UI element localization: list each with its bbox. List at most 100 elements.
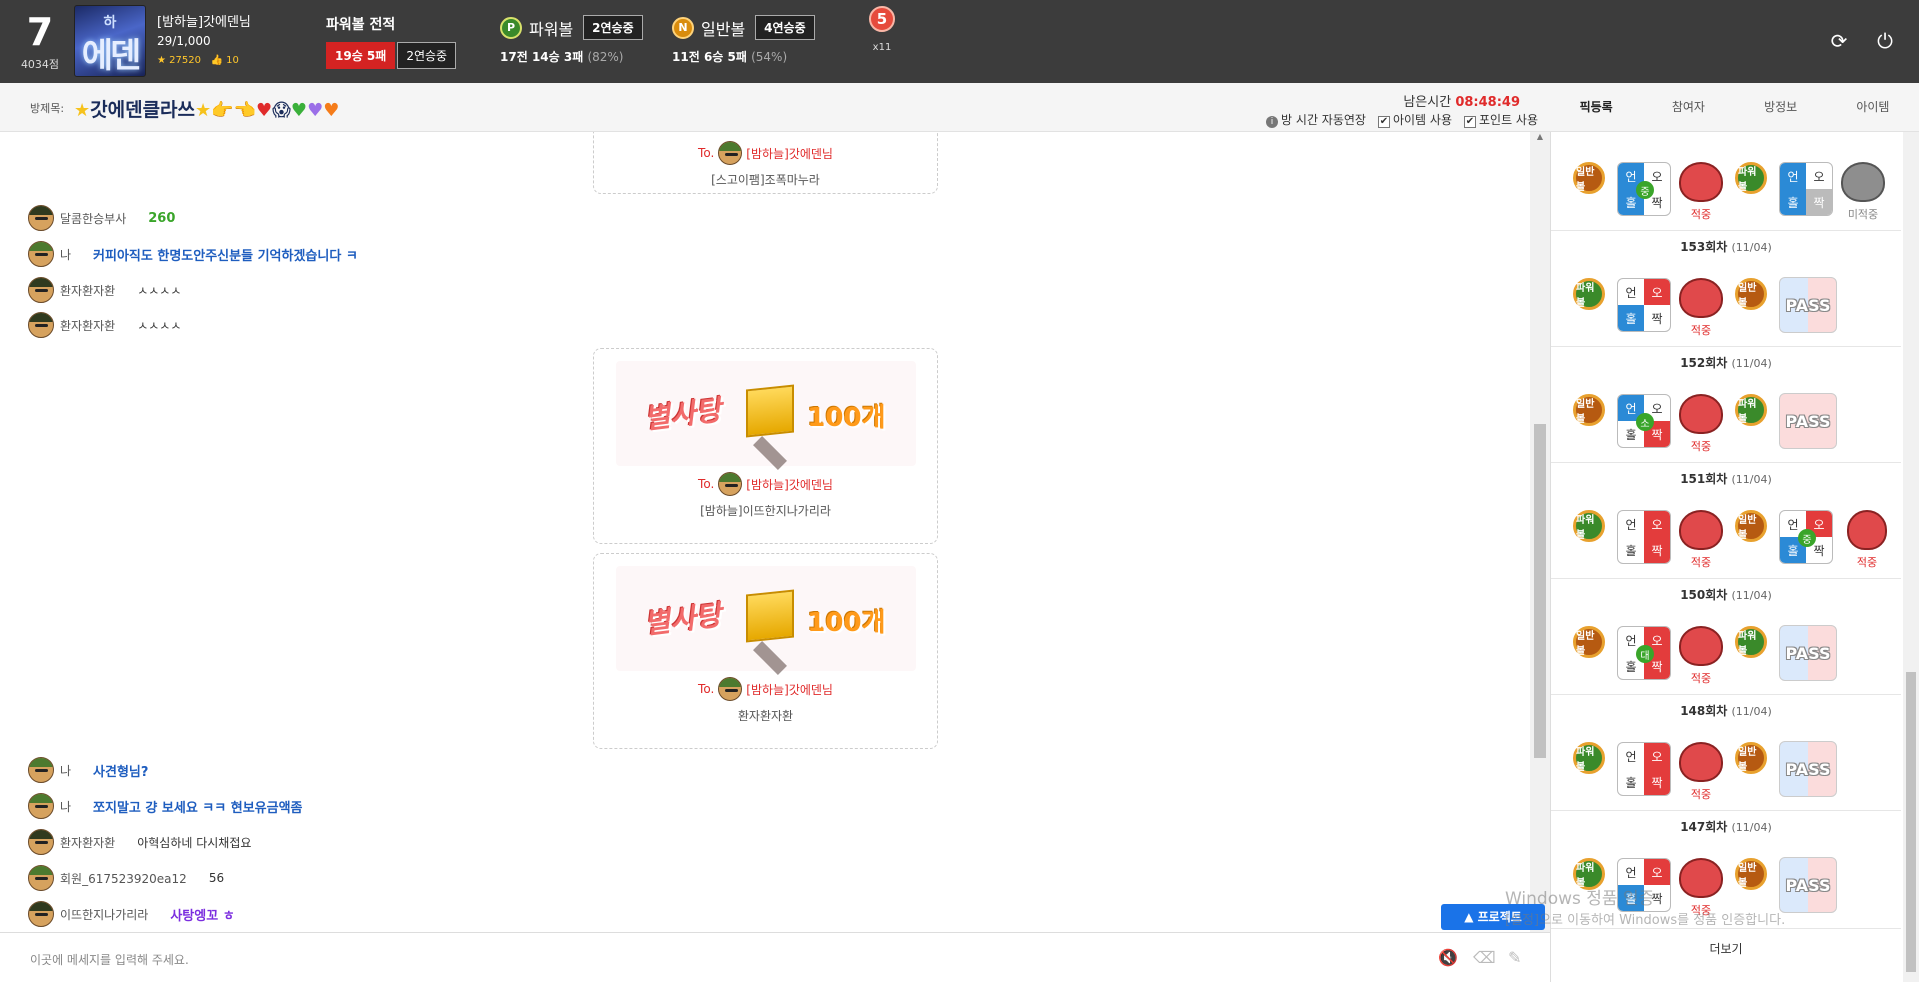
chat-username[interactable]: 환자환자환 (60, 834, 115, 851)
medal-icon: 5 (869, 6, 895, 32)
powerball-pct: (82%) (587, 50, 624, 64)
avatar (718, 472, 743, 496)
grid-cell: 짝 (1651, 311, 1663, 326)
divider (1551, 230, 1901, 231)
tab-participants[interactable]: 참여자 (1642, 83, 1734, 131)
room-title-text: 갓에덴클라쓰 (90, 99, 196, 121)
chat-message: 나 사견형님? (28, 756, 148, 784)
record-streak: 2연승중 (397, 42, 457, 69)
powerball-icon: P (500, 16, 522, 39)
tab-items[interactable]: 아이템 (1827, 83, 1919, 131)
pick-grid: 언오 홀짝 (1617, 742, 1671, 796)
pointing-hand-icon: 👈 (233, 100, 257, 121)
more-button[interactable]: 더보기 (1551, 940, 1901, 957)
checkbox-icon: ✔ (1377, 116, 1390, 128)
miss-label: 미적중 (1847, 208, 1879, 221)
room-title: ★갓에덴클라쓰★👉👈♥😱♥♥♥ (74, 95, 339, 122)
tab-pick-register[interactable]: 픽등록 (1550, 83, 1642, 131)
powerball-losses: 3패 (563, 50, 584, 64)
normalball-pick-icon: 일반볼 (1573, 162, 1605, 194)
powerball-pick-icon: 파워볼 (1573, 858, 1605, 890)
scroll-thumb[interactable] (1906, 672, 1916, 972)
level-box: 7 4034점 (14, 8, 66, 72)
chat-text: 260 (148, 210, 176, 226)
powerball-pick-icon: 파워볼 (1573, 510, 1605, 542)
normalball-pct: (54%) (751, 50, 788, 64)
normalball-pick-icon: 일반볼 (1735, 858, 1767, 890)
chat-username[interactable]: 나 (60, 798, 71, 815)
divider (1551, 346, 1901, 347)
gift-sender: [밤하늘]이뜨한지나가리라 (700, 504, 831, 518)
chat-text: 아혁심하네 다시채접요 (137, 835, 252, 850)
chat-username[interactable]: 나 (60, 762, 71, 779)
grid-cell: 홀 (1780, 189, 1806, 215)
avatar (28, 312, 54, 338)
round-title: 147회차 (11/04) (1680, 820, 1772, 834)
grid-cell: 언 (1625, 865, 1637, 880)
pass-badge: PASS (1779, 741, 1837, 797)
gift-box-icon (745, 589, 794, 643)
chat-username[interactable]: 나 (60, 246, 71, 263)
hit-label: 적중 (1690, 208, 1712, 221)
normalball-pick-icon: 일반볼 (1573, 394, 1605, 426)
point-use-checkbox[interactable]: ✔ 포인트 사용 (1463, 111, 1538, 128)
powerball-pick-icon: 파워볼 (1573, 742, 1605, 774)
item-use-label: 아이템 사용 (1392, 113, 1452, 127)
gift-banner: 별사탕 100개 (615, 361, 916, 470)
avatar (718, 141, 743, 165)
record-win-loss: 19승 5패 (326, 42, 396, 69)
gift-message: 별사탕 100개 To. [밤하늘]갓에덴님 환자환자환 (593, 553, 938, 749)
power-icon[interactable]: ⏻ (1872, 28, 1898, 54)
powerball-pick-icon: 파워볼 (1735, 394, 1767, 426)
magic-wand-icon[interactable]: ✎ (1508, 948, 1521, 967)
round-title: 148회차 (11/04) (1680, 704, 1772, 718)
tab-room-info[interactable]: 방정보 (1735, 83, 1827, 131)
gift-box-shadow (752, 436, 787, 470)
gift-recipient: [밤하늘]갓에덴님 (746, 477, 833, 492)
round-title: 150회차 (11/04) (1680, 588, 1772, 602)
chat-message: 환자환자환 ㅅㅅㅅㅅ (28, 311, 181, 339)
normalball-pick-icon: 일반볼 (1735, 278, 1767, 310)
refresh-icon[interactable]: ⟳ (1826, 28, 1852, 54)
pass-badge: PASS (1779, 625, 1837, 681)
powerball-streak: 2연승중 (583, 15, 643, 40)
remaining-time-label: 남은시간 (1403, 95, 1452, 110)
normalball-pick-icon: 일반볼 (1735, 510, 1767, 542)
avatar (28, 793, 54, 819)
pick-history-panel: 일반볼 언오 홀짝 중 적중 파워볼 언오 홀짝 미적중 153회차 (11/0… (1550, 132, 1919, 982)
scroll-thumb[interactable] (1534, 424, 1546, 758)
chat-scrollbar[interactable]: ▲ (1530, 132, 1550, 932)
grid-cell: 오 (1644, 859, 1670, 885)
cow-result-icon (1679, 742, 1723, 782)
chat-input[interactable]: 이곳에 메세지를 입력해 주세요. (30, 951, 189, 968)
info-icon: i (1266, 116, 1279, 128)
chat-username[interactable]: 환자환자환 (60, 282, 115, 299)
chat-username[interactable]: 달콤한승부사 (60, 210, 126, 227)
record-section: 파워볼 전적 19승 5패 2연승중 (326, 14, 457, 69)
avatar (28, 277, 54, 303)
chat-username[interactable]: 이뜨한지나가리라 (60, 906, 148, 923)
profile-avatar[interactable]: 하 에덴 (74, 5, 146, 77)
chat-username[interactable]: 환자환자환 (60, 317, 115, 334)
hit-label: 적중 (1690, 556, 1712, 569)
chat-area: To. [밤하늘]갓에덴님 [스고이팸]조폭마누라 달콤한승부사 260 나 커… (0, 132, 1530, 932)
checkbox-icon: ✔ (1463, 116, 1476, 128)
gift-message: To. [밤하늘]갓에덴님 [스고이팸]조폭마누라 (593, 132, 938, 194)
username[interactable]: [밤하늘]갓에덴님 (157, 13, 251, 32)
medal[interactable]: 5 x11 (867, 0, 897, 53)
grid-mark: 중 (1636, 181, 1654, 199)
chat-username[interactable]: 회원_617523920ea12 (60, 870, 187, 887)
eraser-icon[interactable]: ⌫ (1473, 948, 1496, 967)
scroll-up-icon[interactable]: ▲ (1530, 132, 1550, 146)
gift-recipient: [밤하늘]갓에덴님 (746, 146, 833, 161)
green-heart-icon: ♥ (290, 100, 308, 121)
side-scrollbar[interactable] (1903, 132, 1919, 982)
mute-icon[interactable]: 🔇 (1438, 948, 1458, 967)
cow-result-icon (1679, 162, 1723, 202)
room-header: 방제목: ★갓에덴클라쓰★👉👈♥😱♥♥♥ 남은시간 08:48:49 i방 시간… (0, 83, 1550, 132)
normalball-streak: 4연승중 (755, 15, 815, 40)
chat-text: 쪼지말고 걍 보세요 ㅋㅋ 현보유금액좀 (93, 800, 303, 816)
chat-text: 커피아직도 한명도안주신분들 기억하겠습니다 ㅋ (93, 248, 358, 264)
auto-extend-option[interactable]: i방 시간 자동연장 (1266, 111, 1366, 128)
item-use-checkbox[interactable]: ✔ 아이템 사용 (1377, 111, 1452, 128)
